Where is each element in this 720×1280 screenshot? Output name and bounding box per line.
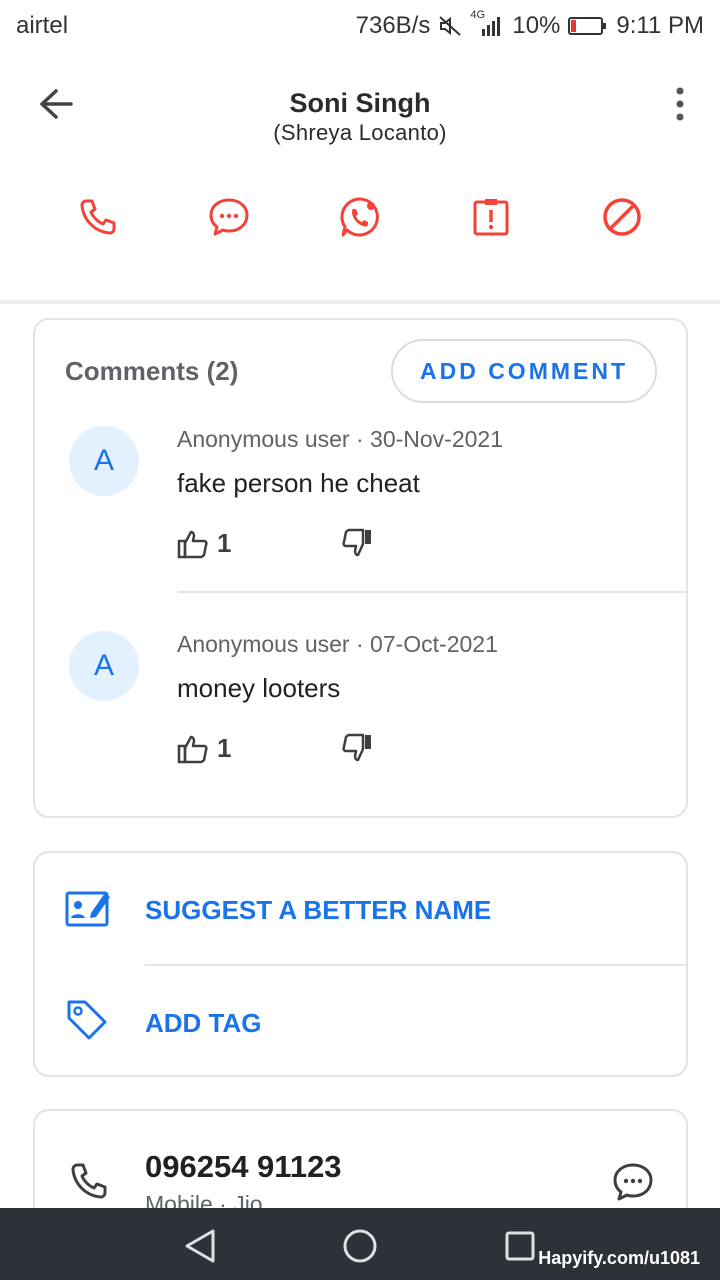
avatar: A	[69, 426, 139, 496]
nav-back-button[interactable]	[180, 1226, 220, 1266]
suggest-name-label: SUGGEST A BETTER NAME	[145, 895, 492, 925]
square-recents-icon	[505, 1231, 535, 1261]
status-bar: airtel 736B/s 4G 10% 9:11 PM	[0, 0, 720, 50]
thumbs-down-icon	[342, 528, 371, 557]
triangle-back-icon	[185, 1229, 215, 1263]
battery-icon	[568, 16, 608, 36]
comment-text: money looters	[177, 673, 341, 703]
like-count: 1	[217, 733, 232, 763]
more-options-button[interactable]	[664, 80, 696, 128]
call-button[interactable]	[70, 192, 126, 242]
more-vert-icon	[676, 87, 684, 121]
thumbs-down-icon	[342, 733, 371, 762]
nav-home-button[interactable]	[340, 1226, 380, 1266]
carrier-label: airtel	[16, 12, 69, 39]
report-button[interactable]	[463, 192, 519, 242]
message-icon	[613, 1163, 653, 1201]
edit-name-icon	[65, 891, 110, 927]
nav-recents-button[interactable]	[500, 1226, 540, 1266]
message-button[interactable]	[201, 192, 257, 242]
add-comment-button[interactable]: ADD COMMENT	[391, 339, 657, 403]
phone-number[interactable]: 096254 91123	[145, 1149, 342, 1185]
suggest-card: SUGGEST A BETTER NAME ADD TAG	[33, 851, 688, 1077]
network-type: 4G	[470, 9, 486, 21]
circle-home-icon	[343, 1229, 377, 1263]
signal-icon: 4G	[470, 9, 504, 37]
comment-text: fake person he cheat	[177, 468, 420, 498]
mute-icon	[438, 15, 462, 37]
add-tag-label: ADD TAG	[145, 1008, 262, 1038]
thumbs-up-icon	[177, 735, 208, 763]
report-icon	[473, 199, 509, 236]
comment-item: A Anonymous user · 07-Oct-2021 money loo…	[35, 625, 688, 805]
whatsapp-icon	[340, 197, 379, 237]
like-button[interactable]: 1	[177, 733, 231, 764]
comments-card: Comments (2) ADD COMMENT A Anonymous use…	[33, 318, 688, 818]
action-row	[0, 192, 720, 242]
add-tag-row[interactable]: ADD TAG	[35, 966, 688, 1077]
contact-header: Soni Singh (Shreya Locanto)	[0, 50, 720, 304]
block-button[interactable]	[594, 192, 650, 242]
phone-icon	[80, 199, 116, 235]
comments-title: Comments (2)	[65, 356, 239, 386]
contact-name: Soni Singh	[289, 88, 431, 118]
comment-meta: Anonymous user · 30-Nov-2021	[177, 426, 503, 452]
navigation-bar: Hapyify.com/u1081	[0, 1208, 720, 1280]
tag-icon	[67, 1000, 107, 1040]
block-icon	[603, 198, 641, 236]
avatar: A	[69, 631, 139, 701]
sms-button[interactable]	[611, 1161, 655, 1208]
suggest-name-row[interactable]: SUGGEST A BETTER NAME	[35, 853, 688, 965]
network-speed: 736B/s	[355, 12, 431, 39]
like-button[interactable]: 1	[177, 528, 231, 559]
dislike-button[interactable]	[341, 733, 373, 768]
message-icon	[209, 198, 249, 236]
watermark: Hapyify.com/u1081	[538, 1248, 700, 1268]
battery-percent: 10%	[512, 12, 561, 39]
status-right: 736B/s 4G 10% 9:11 PM	[355, 9, 704, 40]
comment-divider	[177, 591, 688, 593]
dislike-button[interactable]	[341, 528, 373, 563]
comment-item: A Anonymous user · 30-Nov-2021 fake pers…	[35, 420, 688, 600]
phone-icon	[71, 1163, 107, 1199]
like-count: 1	[217, 528, 232, 558]
whatsapp-button[interactable]	[332, 192, 388, 242]
contact-subtitle: (Shreya Locanto)	[273, 120, 447, 145]
comment-meta: Anonymous user · 07-Oct-2021	[177, 631, 498, 657]
thumbs-up-icon	[177, 530, 208, 558]
clock: 9:11 PM	[616, 12, 704, 39]
